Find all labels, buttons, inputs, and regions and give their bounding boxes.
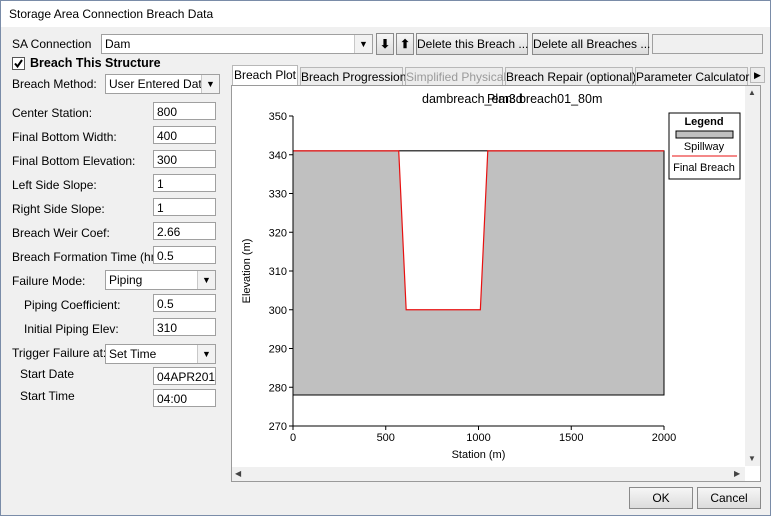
legend: Legend Spillway Final Breach bbox=[668, 112, 741, 180]
breach-formation-time-input[interactable]: 0.5 bbox=[153, 246, 216, 264]
chevron-down-icon: ▼ bbox=[197, 271, 215, 289]
x-tick-label: 2000 bbox=[652, 432, 676, 444]
tab-simplified-physical: Simplified Physical bbox=[405, 67, 506, 85]
ok-button[interactable]: OK bbox=[629, 487, 693, 509]
breach-method-value: User Entered Data bbox=[109, 77, 209, 91]
arrow-down-icon: ⬇ bbox=[379, 37, 391, 51]
sa-connection-select[interactable]: Dam ▼ bbox=[101, 34, 373, 54]
y-axis-label: Elevation (m) bbox=[241, 239, 253, 304]
legend-breach-label: Final Breach bbox=[673, 162, 735, 174]
scroll-left-icon: ◀ bbox=[235, 469, 242, 478]
trigger-failure-label: Trigger Failure at: bbox=[12, 346, 107, 360]
x-axis-label: Station (m) bbox=[452, 449, 506, 461]
breach-method-select[interactable]: User Entered Data ▼ bbox=[105, 74, 220, 94]
plot-area: 270 280 290 300 310 320 330 340 350 0 500 1000 1500 2… bbox=[269, 111, 677, 444]
trigger-failure-select[interactable]: Set Time ▼ bbox=[105, 344, 216, 364]
start-time-label: Start Time bbox=[20, 389, 75, 403]
scroll-up-icon: ▲ bbox=[748, 88, 756, 97]
chevron-right-icon: ▶ bbox=[754, 70, 761, 80]
y-tick-label: 290 bbox=[269, 344, 287, 356]
failure-mode-value: Piping bbox=[109, 273, 143, 287]
legend-title: Legend bbox=[684, 116, 723, 128]
sa-connection-value: Dam bbox=[105, 37, 131, 51]
breach-data-window: Storage Area Connection Breach Data SA C… bbox=[0, 0, 771, 516]
tab-parameter-calculator[interactable]: Parameter Calculator bbox=[635, 67, 749, 85]
right-side-slope-input[interactable]: 1 bbox=[153, 198, 216, 216]
initial-piping-elev-input[interactable]: 310 bbox=[153, 318, 216, 336]
breach-weir-coef-input[interactable]: 2.66 bbox=[153, 222, 216, 240]
plot-vertical-scrollbar[interactable]: ▲ ▼ bbox=[745, 86, 760, 466]
cancel-button[interactable]: Cancel bbox=[697, 487, 761, 509]
breach-weir-coef-label: Breach Weir Coef: bbox=[12, 226, 110, 240]
y-tick-label: 320 bbox=[269, 227, 287, 239]
chevron-down-icon: ▼ bbox=[197, 345, 215, 363]
breach-method-label: Breach Method: bbox=[12, 77, 97, 91]
window-title: Storage Area Connection Breach Data bbox=[9, 7, 214, 21]
sa-connection-label: SA Connection bbox=[12, 37, 92, 51]
trigger-failure-value: Set Time bbox=[109, 347, 157, 361]
plot-title-right: Plan: breach01_80m bbox=[487, 92, 602, 106]
final-bottom-elevation-input[interactable]: 300 bbox=[153, 150, 216, 168]
x-tick-label: 500 bbox=[377, 432, 395, 444]
prev-up-button[interactable]: ⬆ bbox=[396, 33, 414, 55]
plot-horizontal-scrollbar[interactable]: ◀ ▶ bbox=[232, 467, 745, 481]
breach-checkbox[interactable] bbox=[12, 57, 25, 70]
next-down-button[interactable]: ⬇ bbox=[376, 33, 394, 55]
piping-coefficient-label: Piping Coefficient: bbox=[24, 298, 121, 312]
y-tick-label: 270 bbox=[269, 421, 287, 433]
delete-this-breach-button[interactable]: Delete this Breach ... bbox=[416, 33, 528, 55]
start-time-input[interactable]: 04:00 bbox=[153, 389, 216, 407]
final-bottom-width-input[interactable]: 400 bbox=[153, 126, 216, 144]
start-date-input[interactable]: 04APR2017 bbox=[153, 367, 216, 385]
piping-coefficient-input[interactable]: 0.5 bbox=[153, 294, 216, 312]
x-tick-label: 1500 bbox=[559, 432, 583, 444]
y-tick-label: 300 bbox=[269, 305, 287, 317]
y-tick-label: 330 bbox=[269, 189, 287, 201]
scroll-down-icon: ▼ bbox=[748, 454, 756, 463]
tab-breach-plot[interactable]: Breach Plot bbox=[232, 65, 298, 86]
x-tick-label: 1000 bbox=[466, 432, 490, 444]
x-tick-label: 0 bbox=[290, 432, 296, 444]
legend-spillway-label: Spillway bbox=[684, 141, 725, 153]
initial-piping-elev-label: Initial Piping Elev: bbox=[24, 322, 119, 336]
legend-spillway-swatch bbox=[675, 130, 734, 139]
breach-notch bbox=[398, 150, 488, 310]
final-bottom-width-label: Final Bottom Width: bbox=[12, 130, 117, 144]
left-side-slope-label: Left Side Slope: bbox=[12, 178, 97, 192]
tab-breach-repair[interactable]: Breach Repair (optional) bbox=[505, 67, 636, 85]
chevron-down-icon: ▼ bbox=[201, 75, 219, 93]
breach-checkbox-label: Breach This Structure bbox=[30, 56, 161, 70]
y-tick-label: 340 bbox=[269, 150, 287, 162]
start-date-label: Start Date bbox=[20, 367, 75, 381]
y-tick-label: 280 bbox=[269, 382, 287, 394]
right-side-slope-label: Right Side Slope: bbox=[12, 202, 105, 216]
tab-scroll-button[interactable]: ▶ bbox=[750, 67, 765, 83]
breach-chart: dambreach_em3d Plan: breach01_80m 270280… bbox=[241, 92, 741, 461]
center-station-input[interactable]: 800 bbox=[153, 102, 216, 120]
failure-mode-select[interactable]: Piping ▼ bbox=[105, 270, 216, 290]
y-tick-label: 350 bbox=[269, 111, 287, 123]
scroll-right-icon: ▶ bbox=[734, 469, 741, 478]
tab-breach-progression[interactable]: Breach Progression bbox=[300, 67, 406, 85]
chevron-down-icon: ▼ bbox=[354, 35, 372, 53]
failure-mode-label: Failure Mode: bbox=[12, 274, 86, 288]
center-station-label: Center Station: bbox=[12, 106, 93, 120]
final-bottom-elevation-label: Final Bottom Elevation: bbox=[12, 154, 136, 168]
y-tick-label: 310 bbox=[269, 266, 287, 278]
arrow-up-icon: ⬆ bbox=[399, 37, 411, 51]
delete-all-breaches-button[interactable]: Delete all Breaches ... bbox=[532, 33, 650, 55]
breach-formation-time-label: Breach Formation Time (hrs): bbox=[12, 250, 169, 264]
title-bar: Storage Area Connection Breach Data bbox=[1, 1, 770, 27]
left-side-slope-input[interactable]: 1 bbox=[153, 174, 216, 192]
status-field bbox=[652, 34, 763, 54]
checkmark-icon bbox=[14, 59, 23, 69]
